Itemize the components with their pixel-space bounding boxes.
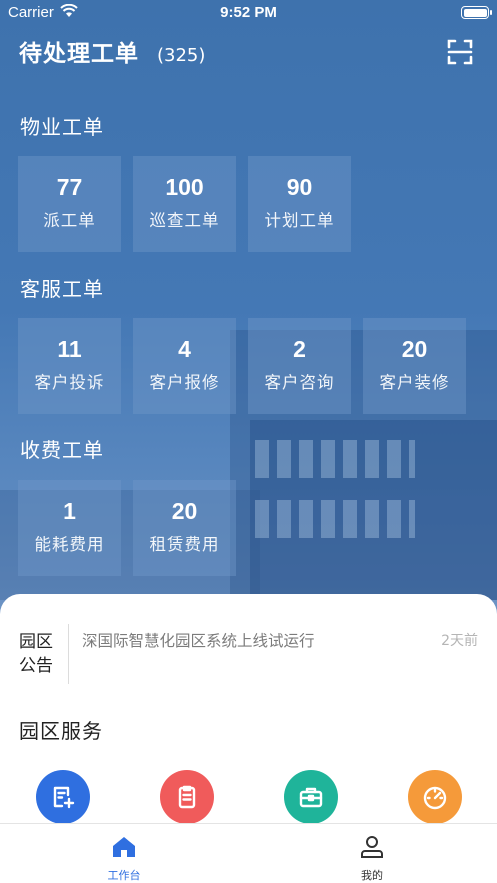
user-icon xyxy=(361,836,383,858)
tile-dispatch-orders[interactable]: 77 派工单 xyxy=(18,156,121,252)
tile-label: 能耗费用 xyxy=(34,535,105,554)
tile-complaints[interactable]: 11 客户投诉 xyxy=(18,318,121,414)
gauge-icon xyxy=(423,786,447,810)
service-briefcase-button[interactable] xyxy=(284,770,338,824)
tile-value: 2 xyxy=(293,336,306,362)
tile-rental-fees[interactable]: 20 租赁费用 xyxy=(133,480,236,576)
notice-divider xyxy=(68,624,69,684)
tile-label: 派工单 xyxy=(43,211,96,230)
tab-workbench[interactable]: 工作台 xyxy=(0,824,248,883)
tile-label: 客户装修 xyxy=(379,373,450,392)
home-icon xyxy=(113,837,135,857)
pending-count: (325) xyxy=(157,45,206,66)
notice-label: 园区公告 xyxy=(19,632,53,676)
tab-bar: 工作台 我的 xyxy=(0,823,497,883)
tile-value: 100 xyxy=(165,174,204,200)
tab-mine[interactable]: 我的 xyxy=(248,824,496,883)
tile-label: 计划工单 xyxy=(264,211,335,230)
tile-label: 客户报修 xyxy=(149,373,220,392)
tile-label: 租赁费用 xyxy=(149,535,220,554)
section-title-billing: 收费工单 xyxy=(20,438,104,462)
page-header: 待处理工单 (325) xyxy=(19,34,205,68)
tile-value: 90 xyxy=(286,174,313,200)
tile-renovation[interactable]: 20 客户装修 xyxy=(363,318,466,414)
section-title-customer-service: 客服工单 xyxy=(20,277,104,301)
clipboard-icon xyxy=(178,785,196,809)
tile-value: 20 xyxy=(401,336,428,362)
tile-value: 77 xyxy=(56,174,83,200)
service-gauge-button[interactable] xyxy=(408,770,462,824)
status-bar: Carrier 9:52 PM xyxy=(0,0,497,26)
tab-label: 我的 xyxy=(361,869,383,882)
tile-inquiries[interactable]: 2 客户咨询 xyxy=(248,318,351,414)
tile-repairs[interactable]: 4 客户报修 xyxy=(133,318,236,414)
scan-icon[interactable] xyxy=(446,38,474,66)
tile-label: 客户咨询 xyxy=(264,373,335,392)
services-title: 园区服务 xyxy=(19,719,103,743)
battery-icon xyxy=(461,6,492,19)
service-clipboard-button[interactable] xyxy=(160,770,214,824)
service-add-document-button[interactable] xyxy=(36,770,90,824)
briefcase-icon xyxy=(299,787,323,808)
status-time: 9:52 PM xyxy=(220,4,277,21)
section-title-property: 物业工单 xyxy=(20,115,104,139)
page-title: 待处理工单 xyxy=(19,41,139,67)
tile-inspection-orders[interactable]: 100 巡查工单 xyxy=(133,156,236,252)
tile-value: 11 xyxy=(57,336,82,362)
notice-time: 2天前 xyxy=(441,633,478,649)
tile-value: 20 xyxy=(171,498,198,524)
tab-label: 工作台 xyxy=(107,869,141,882)
tile-value: 4 xyxy=(178,336,191,362)
tile-plan-orders[interactable]: 90 计划工单 xyxy=(248,156,351,252)
tile-energy-fees[interactable]: 1 能耗费用 xyxy=(18,480,121,576)
notice-item[interactable]: 深国际智慧化园区系统上线试运行 xyxy=(82,629,315,651)
tile-label: 巡查工单 xyxy=(149,211,220,230)
add-document-icon xyxy=(53,786,75,809)
tile-value: 1 xyxy=(63,498,76,524)
tile-label: 客户投诉 xyxy=(34,373,105,392)
